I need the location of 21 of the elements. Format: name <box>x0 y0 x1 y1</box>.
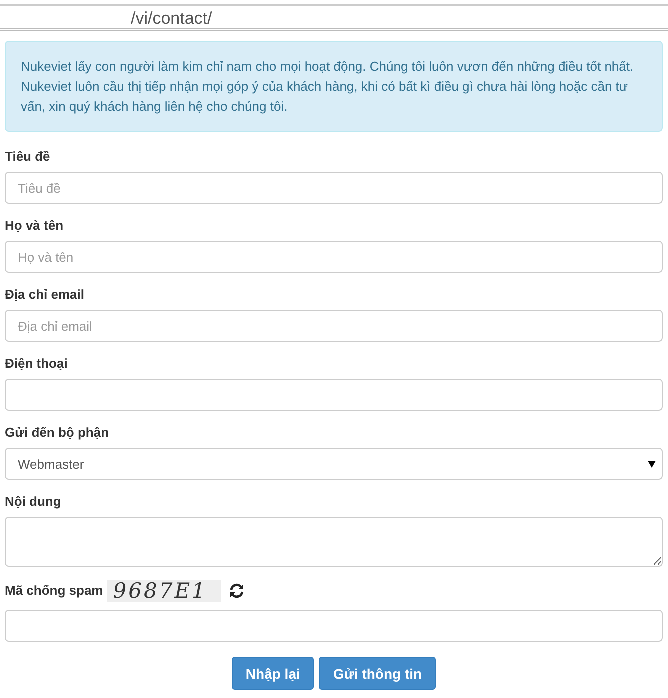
text-field[interactable]: Tiêu đề <box>5 172 663 204</box>
text-field[interactable]: Họ và tên <box>5 241 663 273</box>
field-label: Gửi đến bộ phận <box>5 424 110 442</box>
message-field[interactable] <box>5 517 663 567</box>
department-dropdown[interactable]: Webmaster <box>5 448 663 480</box>
text-field[interactable] <box>5 379 663 411</box>
captcha-field[interactable] <box>5 610 663 642</box>
text-field[interactable]: Địa chỉ email <box>5 310 663 342</box>
dropdown-caret-icon <box>648 460 656 468</box>
field-label: Mã chống spam <box>5 582 104 600</box>
field-label: Nội dung <box>5 493 62 511</box>
captcha-code: 9687E1 <box>107 580 222 602</box>
field-label: Tiêu đề <box>5 148 52 166</box>
field-label: Điện thoại <box>5 355 69 373</box>
reset-button[interactable]: Nhập lại <box>232 657 314 690</box>
submit-button[interactable]: Gửi thông tin <box>319 657 436 690</box>
field-label: Địa chỉ email <box>5 286 86 304</box>
refresh-icon[interactable] <box>229 583 246 599</box>
url-text[interactable]: /vi/contact/ <box>0 6 668 29</box>
field-label: Họ và tên <box>5 217 65 235</box>
info-message: Nukeviet lấy con người làm kim chỉ nam cho mọi hoạt động. Chúng tôi luôn vươn đến những điều tốt nhất. Nukeviet luôn cầu thị tiếp nhận mọi góp ý của khách hàng, khi có bất kì điều gì chưa hài lòng hoặc cần tư vấn, xin quý khách hàng liên hệ cho chúng tôi. <box>5 41 663 132</box>
